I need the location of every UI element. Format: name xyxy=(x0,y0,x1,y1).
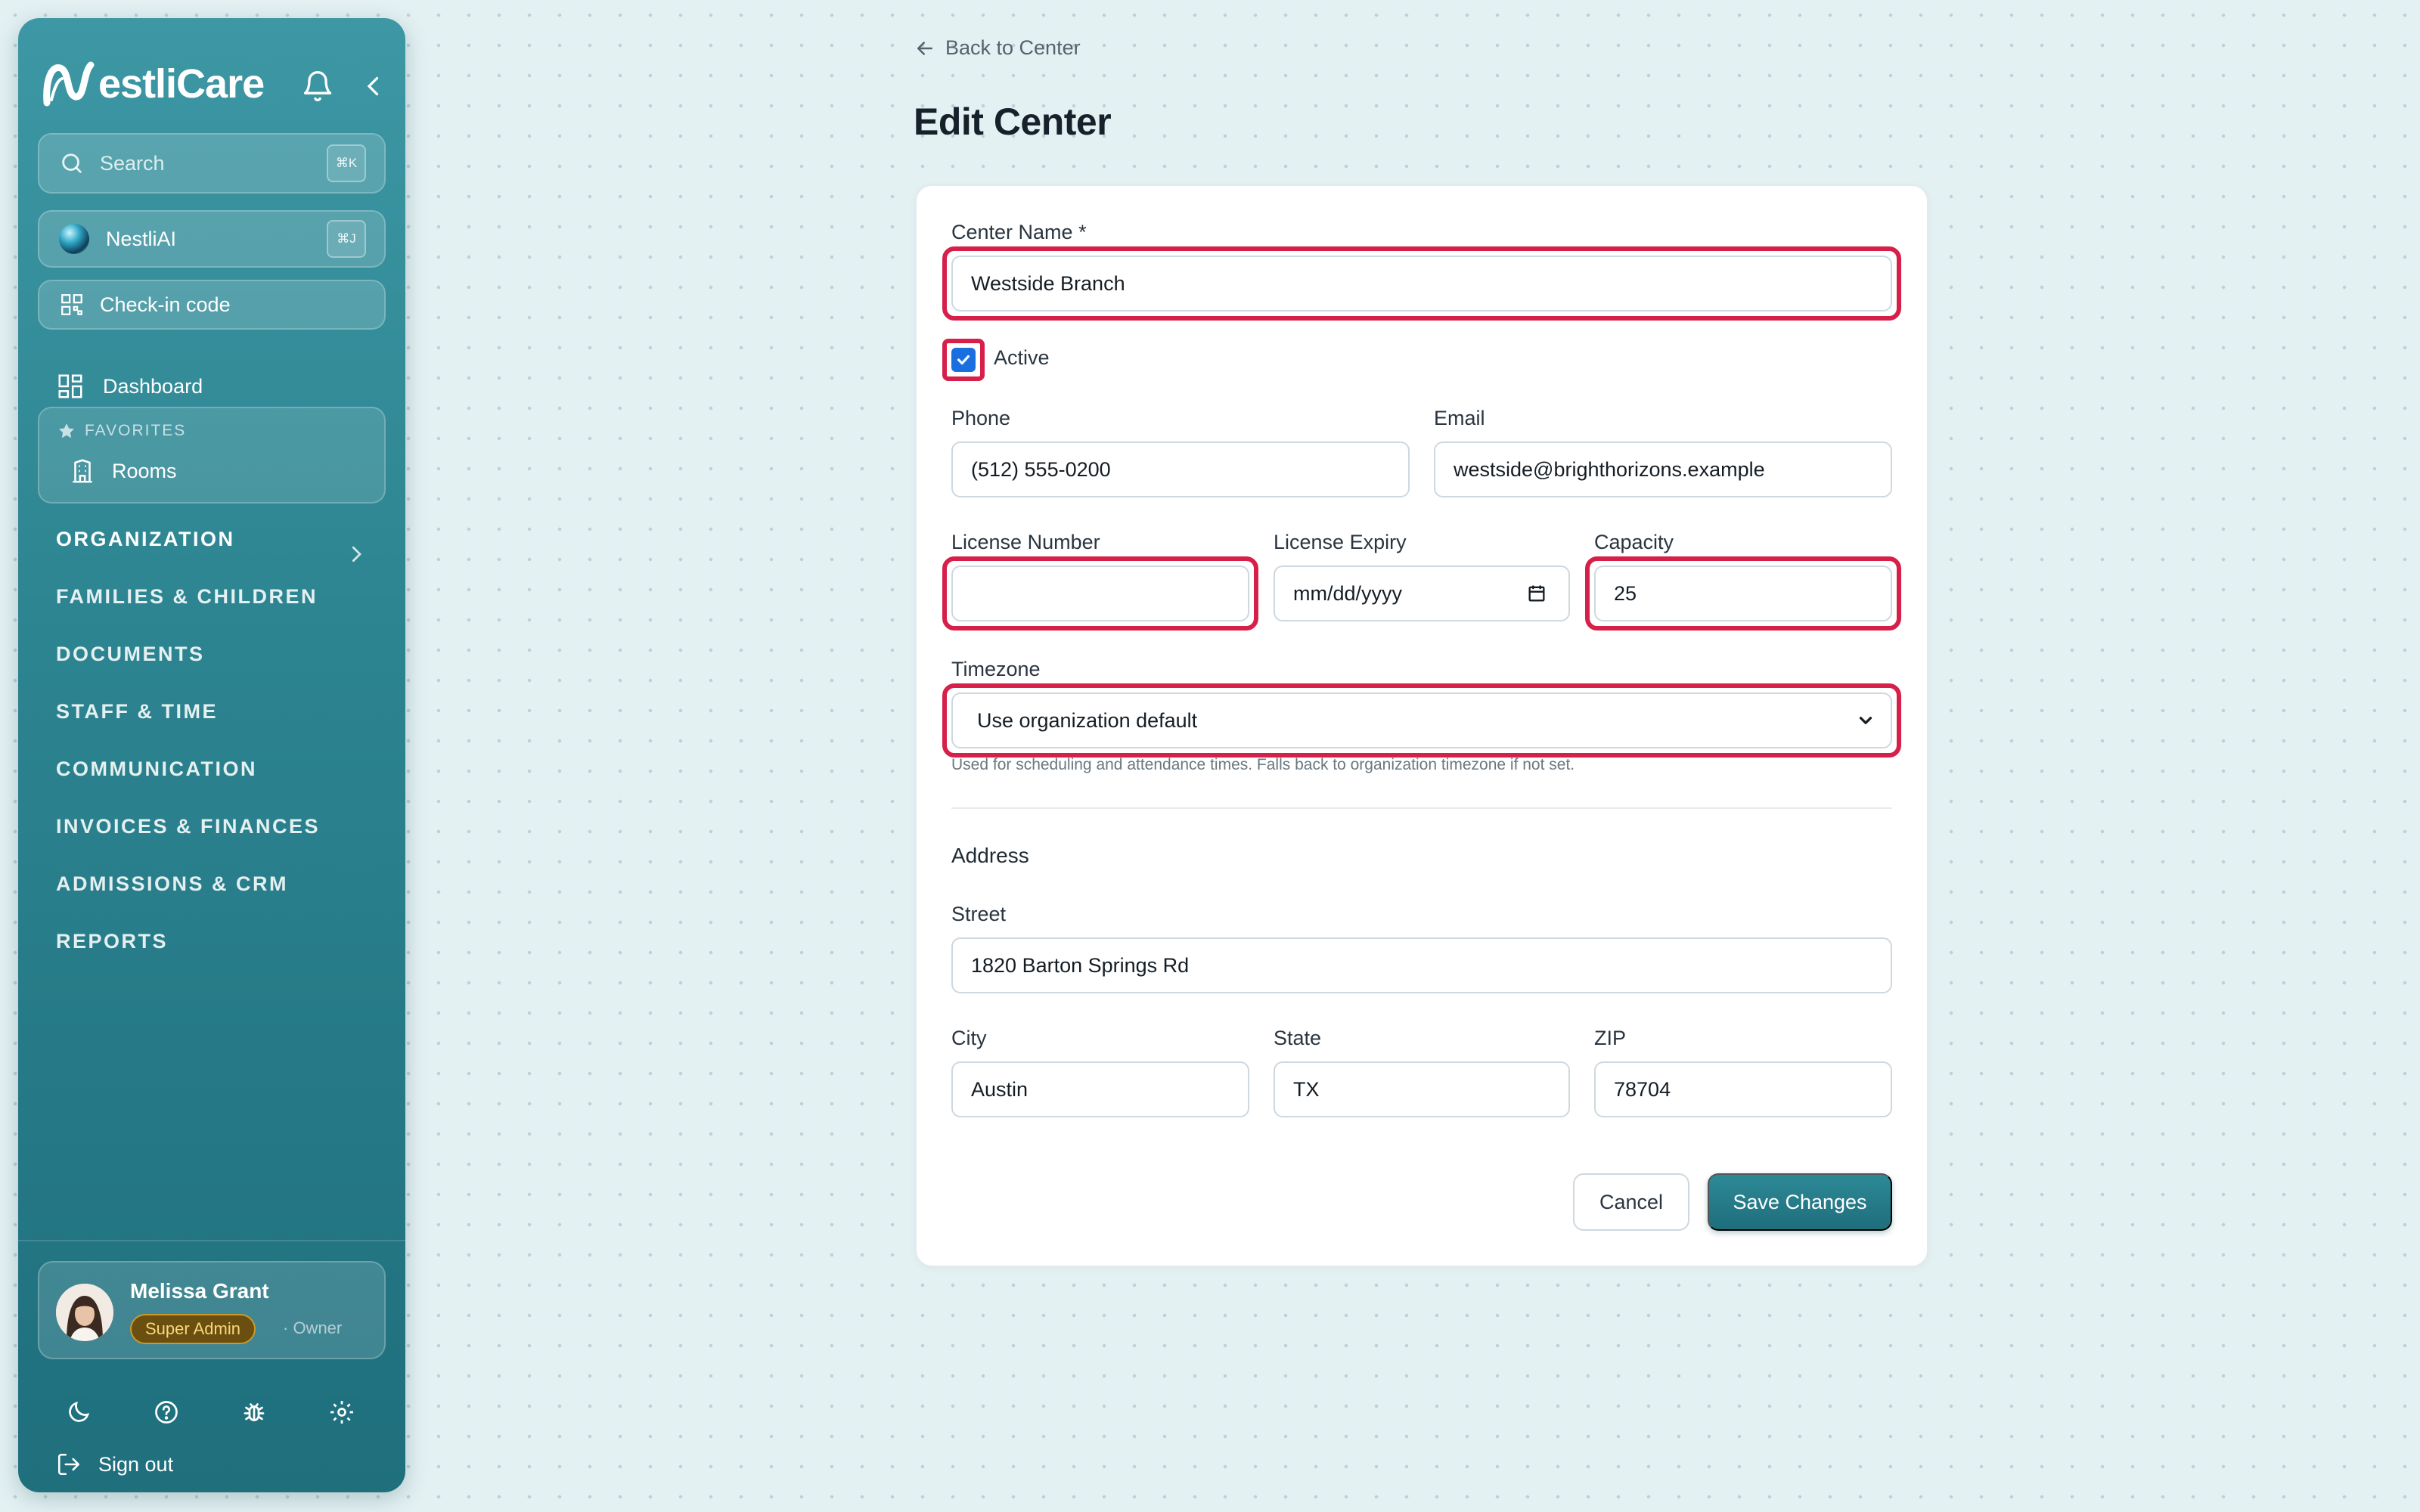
active-highlight xyxy=(942,339,985,381)
search-icon xyxy=(62,153,82,173)
capacity-label: Capacity xyxy=(1594,531,1674,553)
phone-label: Phone xyxy=(951,407,1011,429)
zip-label: ZIP xyxy=(1594,1027,1627,1049)
avatar-portrait-icon xyxy=(56,1284,113,1341)
form-divider xyxy=(951,807,1892,809)
chevron-right-icon[interactable] xyxy=(345,543,368,565)
search-placeholder: Search xyxy=(100,151,165,175)
sidebar-item-rooms[interactable]: Rooms xyxy=(68,457,177,485)
avatar xyxy=(56,1284,113,1341)
sign-out-icon xyxy=(57,1453,80,1476)
license-expiry-input[interactable]: mm/dd/yyyy xyxy=(1274,565,1570,621)
zip-input[interactable]: 78704 xyxy=(1594,1061,1892,1117)
moon-icon[interactable] xyxy=(65,1399,92,1426)
help-icon[interactable] xyxy=(153,1399,180,1426)
street-label: Street xyxy=(951,903,1007,925)
sidebar-section-families-children[interactable]: FAMILIES & CHILDREN xyxy=(56,585,318,609)
license-number-highlight xyxy=(942,556,1258,631)
ai-shortcut: ⌘J xyxy=(327,220,366,258)
phone-input[interactable]: (512) 555-0200 xyxy=(951,442,1410,497)
sidebar-section-reports[interactable]: REPORTS xyxy=(56,930,168,953)
timezone-label: Timezone xyxy=(951,658,1041,680)
license-number-label: License Number xyxy=(951,531,1100,553)
bug-icon[interactable] xyxy=(240,1399,268,1426)
sidebar-section-documents[interactable]: DOCUMENTS xyxy=(56,643,205,666)
license-expiry-label: License Expiry xyxy=(1274,531,1407,553)
page-title: Edit Center xyxy=(914,101,1112,143)
brand-name: estliCare xyxy=(98,61,265,107)
sidebar-section-staff-time[interactable]: STAFF & TIME xyxy=(56,700,218,723)
collapse-sidebar-icon[interactable] xyxy=(360,73,387,100)
capacity-highlight xyxy=(1585,556,1901,631)
search-input[interactable]: Search ⌘K xyxy=(38,133,386,194)
sidebar-section-organization[interactable]: ORGANIZATION xyxy=(56,528,234,551)
back-link-label: Back to Center xyxy=(945,36,1081,59)
sidebar-section-admissions-crm[interactable]: ADMISSIONS & CRM xyxy=(56,872,288,896)
role-badge: Super Admin xyxy=(130,1314,256,1344)
timezone-hint: Used for scheduling and attendance times… xyxy=(951,756,1575,773)
sign-out-label: Sign out xyxy=(98,1452,174,1476)
favorites-heading-label: FAVORITES xyxy=(85,422,187,439)
city-label: City xyxy=(951,1027,987,1049)
sidebar: estliCare Search ⌘K NestliAI ⌘J Check-in… xyxy=(18,18,405,1492)
back-to-center-link[interactable]: Back to Center xyxy=(914,36,1081,60)
user-card[interactable]: Melissa Grant Super Admin · Owner xyxy=(38,1261,386,1359)
favorites-heading: FAVORITES xyxy=(57,422,186,440)
gear-icon[interactable] xyxy=(328,1399,355,1426)
sign-out-button[interactable]: Sign out xyxy=(56,1452,173,1477)
arrow-left-icon xyxy=(917,41,932,55)
city-input[interactable]: Austin xyxy=(951,1061,1249,1117)
state-input[interactable]: TX xyxy=(1274,1061,1570,1117)
license-expiry-value: mm/dd/yyyy xyxy=(1293,581,1403,605)
ai-label: NestliAI xyxy=(106,227,177,250)
email-label: Email xyxy=(1434,407,1485,429)
save-changes-button[interactable]: Save Changes xyxy=(1708,1173,1892,1231)
center-name-highlight xyxy=(942,246,1901,321)
search-shortcut: ⌘K xyxy=(327,144,366,182)
logo-mark-icon xyxy=(43,61,95,107)
nestli-ai-button[interactable]: NestliAI ⌘J xyxy=(38,210,386,268)
sidebar-section-communication[interactable]: COMMUNICATION xyxy=(56,758,257,781)
street-input[interactable]: 1820 Barton Springs Rd xyxy=(951,937,1892,993)
address-heading: Address xyxy=(951,844,1029,867)
rooms-label: Rooms xyxy=(112,459,177,482)
checkin-code-button[interactable]: Check-in code xyxy=(38,280,386,330)
ai-orb-icon xyxy=(59,224,89,254)
sidebar-item-dashboard[interactable]: Dashboard xyxy=(56,372,203,401)
bell-icon[interactable] xyxy=(301,70,334,103)
favorites-panel: FAVORITES Rooms xyxy=(38,407,386,503)
cancel-button[interactable]: Cancel xyxy=(1573,1173,1689,1231)
calendar-icon[interactable] xyxy=(1526,583,1547,604)
email-input[interactable]: westside@brighthorizons.example xyxy=(1434,442,1892,497)
brand-logo[interactable]: estliCare xyxy=(41,57,265,110)
dashboard-label: Dashboard xyxy=(103,374,203,398)
timezone-highlight xyxy=(942,683,1901,758)
user-name: Melissa Grant xyxy=(130,1279,269,1303)
sidebar-divider xyxy=(18,1240,405,1241)
checkin-label: Check-in code xyxy=(100,293,231,316)
star-icon xyxy=(59,423,74,438)
building-icon xyxy=(73,459,92,483)
qr-code-icon xyxy=(61,294,82,315)
center-name-label: Center Name * xyxy=(951,221,1087,243)
active-label: Active xyxy=(994,346,1050,369)
state-label: State xyxy=(1274,1027,1322,1049)
sidebar-section-invoices-finances[interactable]: INVOICES & FINANCES xyxy=(56,815,320,838)
user-role: · Owner xyxy=(283,1318,343,1337)
dashboard-icon xyxy=(58,374,82,398)
